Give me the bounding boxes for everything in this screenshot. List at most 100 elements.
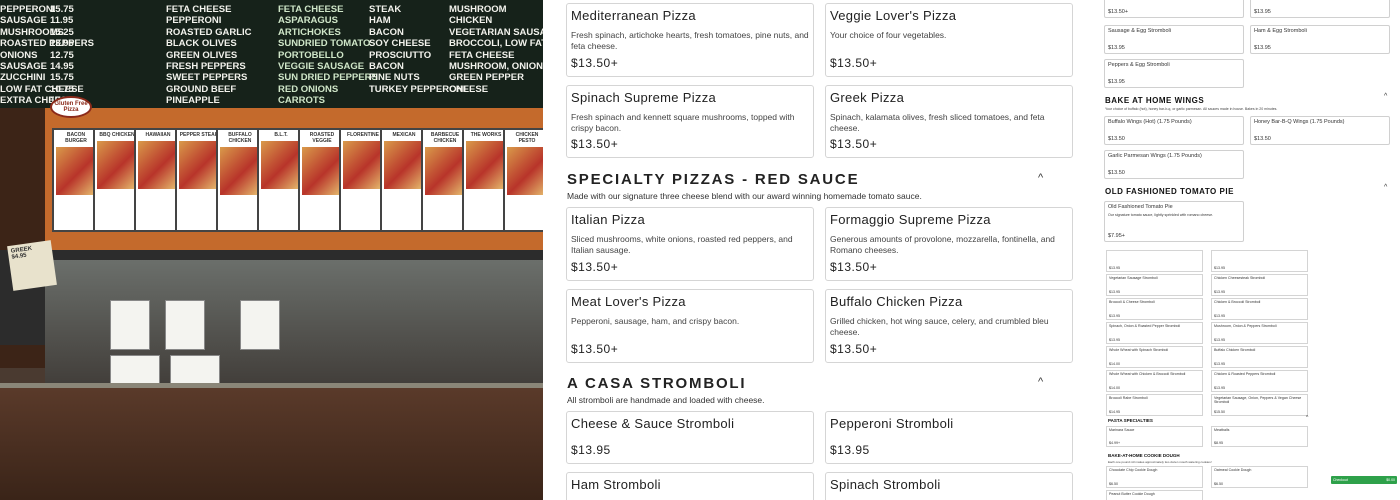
menu-card[interactable]: Garlic Parmesan Wings (1.75 Pounds) $13.5…	[1104, 150, 1244, 179]
menu-card[interactable]: Chocolate Chip Cookie Dough $6.50	[1106, 466, 1203, 488]
panel-title: PEPPER STEAK	[179, 132, 219, 138]
section-title: A CASA STROMBOLI	[567, 375, 747, 392]
item-price: $13.95	[1109, 290, 1120, 294]
item-name: Spinach Stromboli	[830, 477, 941, 492]
pizza-image	[56, 147, 96, 195]
menu-card[interactable]: Peanut Butter Cookie Dough	[1106, 490, 1203, 500]
menu-card[interactable]: Spinach, Onion & Roasted Pepper Strombol…	[1106, 322, 1203, 344]
menu-card[interactable]: Broccoli & Cheese Stromboli $13.95	[1106, 298, 1203, 320]
item-desc: Grilled chicken, hot wing sauce, celery,…	[830, 316, 1049, 337]
item-name: Garlic Parmesan Wings (1.75 Pounds)	[1108, 153, 1202, 159]
pizza-image	[425, 147, 465, 195]
menu-board: PEPPERONI SAUSAGE MUSHROOMS ROASTED PEPPERS…	[0, 0, 543, 118]
pizza-image	[507, 147, 543, 195]
menu-card[interactable]: $13.95	[1106, 250, 1203, 272]
menu-card[interactable]: Mushroom, Onion & Peppers Stromboli $13.9…	[1211, 322, 1308, 344]
menu-card[interactable]: Oatmeal Cookie Dough $6.50	[1211, 466, 1308, 488]
menu-card[interactable]: $13.50+	[1104, 0, 1244, 18]
menu-card[interactable]: Old Fashioned Tomato Pie Our signature to…	[1104, 201, 1244, 242]
board-line: SAUSAGE	[0, 61, 47, 73]
item-price: $13.50	[1254, 136, 1271, 142]
menu-card[interactable]: Peppers & Egg Stromboli $13.95	[1104, 59, 1244, 88]
menu-card[interactable]: Broccoli Rabe Stromboli $14.95	[1106, 394, 1203, 416]
menu-card[interactable]: Mediterranean Pizza Fresh spinach, artich…	[566, 3, 814, 77]
board-line: RED ONIONS	[278, 83, 339, 95]
menu-card[interactable]: Buffalo Wings (Hot) (1.75 Pounds) $13.50	[1104, 116, 1244, 145]
item-price: $13.95	[1214, 314, 1225, 318]
item-name: Honey Bar-B-Q Wings (1.75 Pounds)	[1254, 119, 1345, 125]
item-price: $13.95	[1214, 290, 1225, 294]
item-name: Buffalo Wings (Hot) (1.75 Pounds)	[1108, 119, 1192, 125]
item-desc: Fresh spinach, artichoke hearts, fresh t…	[571, 30, 809, 51]
menu-card[interactable]: $13.95	[1250, 0, 1390, 18]
menu-card[interactable]: Honey Bar-B-Q Wings (1.75 Pounds) $13.50	[1250, 116, 1390, 145]
menu-card[interactable]: $13.95	[1211, 250, 1308, 272]
menu-card[interactable]: Cheese & Sauce Stromboli $13.95	[566, 411, 814, 464]
menu-card[interactable]: Spinach Stromboli	[825, 472, 1073, 500]
menu-card[interactable]: Whole Wheat with Spinach Stromboli $14.00	[1106, 346, 1203, 368]
menu-card[interactable]: Whole Wheat with Chicken & Broccoli Stro…	[1106, 370, 1203, 392]
checkout-button[interactable]: Checkout $0.00	[1331, 476, 1397, 484]
item-price: $13.95	[830, 443, 870, 457]
board-line: FRESH PEPPERS	[166, 61, 246, 73]
item-name: Broccoli & Cheese Stromboli	[1109, 300, 1155, 304]
item-name: Pepperoni Stromboli	[830, 416, 954, 431]
board-line: VEGETARIAN SAUSAGE	[449, 26, 543, 38]
item-name: Greek Pizza	[830, 90, 905, 105]
chevron-up-icon[interactable]: ^	[1038, 376, 1043, 388]
menu-card[interactable]: Spinach Supreme Pizza Fresh spinach and k…	[566, 85, 814, 158]
pizza-image	[261, 141, 301, 189]
menu-card[interactable]: Buffalo Chicken Stromboli $13.95	[1211, 346, 1308, 368]
board-line: ARTICHOKES	[278, 26, 341, 38]
item-price: $13.50+	[571, 342, 619, 356]
board-line: CHICKEN	[449, 15, 493, 27]
panel-title: BACON BURGER	[65, 132, 87, 144]
menu-card[interactable]: Ham & Egg Stromboli $13.95	[1250, 25, 1390, 54]
menu-card[interactable]: Chicken Cheesesteak Stromboli $13.95	[1211, 274, 1308, 296]
menu-card[interactable]: Ham Stromboli	[566, 472, 814, 500]
pizza-panels: BACON BURGER BBQ CHICKEN HAWAIIAN PEPPER ST…	[52, 128, 543, 236]
menu-card[interactable]: Pepperoni Stromboli $13.95	[825, 411, 1073, 464]
menu-card[interactable]: Marinara Sauce $4.99+	[1106, 426, 1203, 447]
menu-card[interactable]: Buffalo Chicken Pizza Grilled chicken, ho…	[825, 289, 1073, 363]
panel-title: BUFFALO CHICKEN	[228, 132, 252, 144]
pizza-image	[302, 147, 342, 195]
brochure	[240, 300, 280, 350]
item-name: Ham Stromboli	[571, 477, 661, 492]
item-price: $13.50	[1108, 170, 1125, 176]
board-line: 15.75	[50, 72, 74, 84]
menu-card[interactable]: Italian Pizza Sliced mushrooms, white oni…	[566, 207, 814, 281]
chevron-up-icon[interactable]: ^	[1038, 172, 1043, 184]
section-title: BAKE-AT-HOME COOKIE DOUGH	[1108, 453, 1180, 458]
section-desc: Each one pound roll makes approximately …	[1108, 460, 1212, 464]
item-name: Spinach Supreme Pizza	[571, 90, 717, 105]
board-line: CHEESE	[449, 83, 489, 95]
menu-card[interactable]: Meat Lover's Pizza Pepperoni, sausage, ha…	[566, 289, 814, 363]
panel-title: B.L.T.	[274, 132, 288, 138]
pizza-image	[220, 147, 260, 195]
item-price: $13.95	[1109, 266, 1120, 270]
menu-card[interactable]: Meatballs $8.95	[1211, 426, 1308, 447]
menu-card[interactable]: Vegetarian Sausage, Onion, Peppers & Veg…	[1211, 394, 1308, 416]
chevron-up-icon[interactable]: ^	[1306, 415, 1308, 421]
pizza-image	[97, 141, 137, 189]
menu-card[interactable]: Formaggio Supreme Pizza Generous amounts …	[825, 207, 1073, 281]
menu-card[interactable]: Vegetarian Sausage Stromboli $13.95	[1106, 274, 1203, 296]
item-desc: Sliced mushrooms, white onions, roasted …	[571, 234, 793, 255]
chevron-up-icon[interactable]: ^	[1384, 184, 1387, 191]
menu-card[interactable]: Chicken & Broccoli Stromboli $13.95	[1211, 298, 1308, 320]
panel-title: BBQ CHICKEN	[99, 132, 135, 138]
chevron-up-icon[interactable]: ^	[1384, 93, 1387, 100]
checkout-label: Checkout	[1333, 478, 1348, 482]
menu-card[interactable]: Sausage & Egg Stromboli $13.95	[1104, 25, 1244, 54]
board-column: MUSHROOMCHICKENVEGETARIAN SAUSAGEBROCCOL…	[449, 4, 543, 95]
board-line: GREEN OLIVES	[166, 49, 238, 61]
board-line: FETA CHEESE	[278, 4, 344, 15]
menu-card[interactable]: Chicken & Roasted Peppers Stromboli $13.9…	[1211, 370, 1308, 392]
item-price: $13.50+	[830, 260, 878, 274]
menu-card[interactable]: Greek Pizza Spinach, kalamata olives, fre…	[825, 85, 1073, 158]
menu-card[interactable]: Veggie Lover's Pizza Your choice of four …	[825, 3, 1073, 77]
board-line: 14.95	[50, 61, 74, 73]
panel-title: FLORENTINE	[347, 132, 379, 138]
item-desc: Fresh spinach and kennett square mushroo…	[571, 112, 795, 133]
